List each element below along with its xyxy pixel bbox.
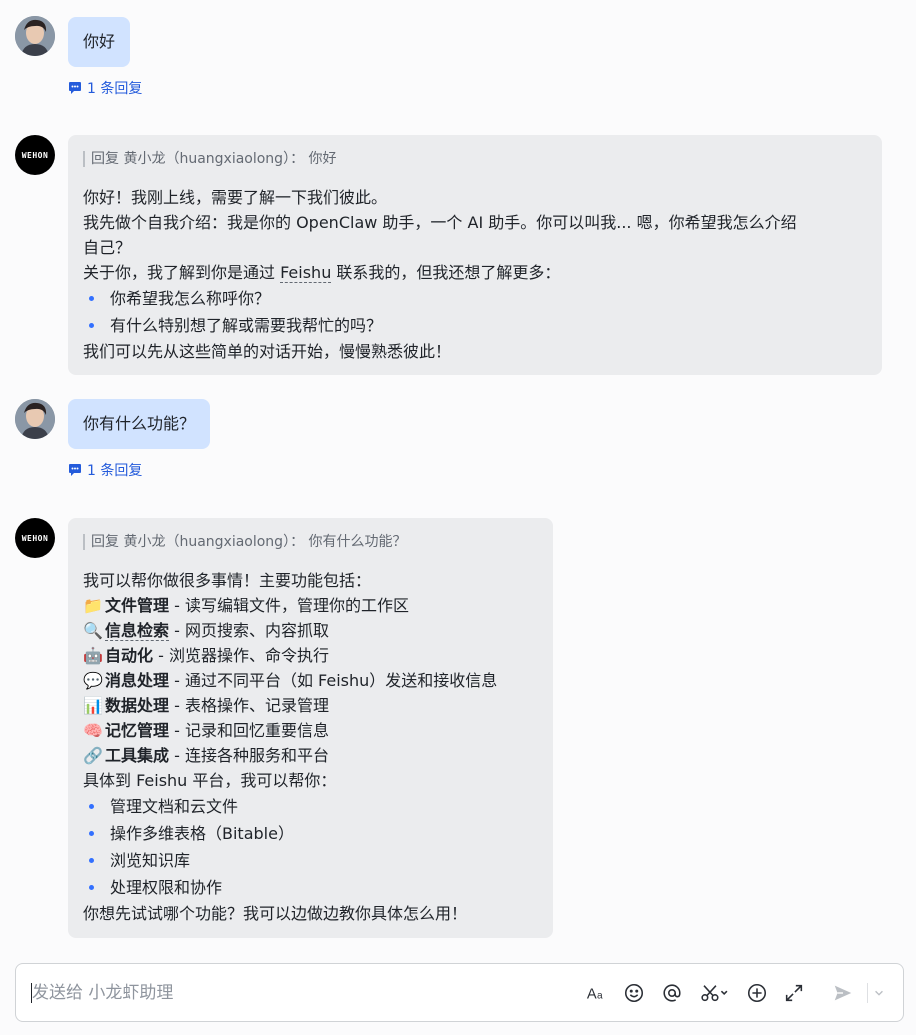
message-text: 你好 [83, 32, 116, 51]
message-line: 我先做个自我介绍：我是你的 OpenClaw 助手，一个 AI 助手。你可以叫我… [83, 213, 797, 232]
message-line: 我们可以先从这些简单的对话开始，慢慢熟悉彼此！ [83, 342, 452, 361]
thread-reply-link[interactable]: 1 条回复 [68, 78, 142, 98]
emoji-icon[interactable] [622, 981, 646, 1005]
bullet-item: 处理权限和协作 [83, 874, 538, 901]
bot-message-bubble[interactable]: 回复 黄小龙（huangxiaolong）： 你好 你好！我刚上线，需要了解一下… [68, 135, 882, 375]
quoted-reply: 回复 黄小龙（huangxiaolong）： 你好 [83, 151, 867, 167]
message-line: 具体到 Feishu 平台，我可以帮你： [83, 771, 337, 790]
feature-name: 消息处理 [105, 671, 170, 690]
feature-item: 📁 文件管理 - 读写编辑文件，管理你的工作区 [83, 593, 538, 618]
feature-item: 🔍 信息检索 - 网页搜索、内容抓取 [83, 618, 538, 643]
user-avatar[interactable] [15, 16, 55, 56]
user-avatar[interactable] [15, 399, 55, 439]
bullet-item: 你希望我怎么称呼你？ [83, 285, 867, 312]
bullet-dot [89, 296, 94, 301]
chevron-down-icon[interactable] [872, 981, 886, 1005]
user-message-bubble[interactable]: 你有什么功能？ [68, 399, 211, 449]
magnifier-icon: 🔍 [83, 621, 103, 640]
bar-chart-icon: 📊 [83, 696, 103, 715]
send-icon[interactable] [831, 981, 855, 1005]
bot-message-bubble[interactable]: 回复 黄小龙（huangxiaolong）： 你有什么功能？ 我可以帮你做很多事… [68, 518, 553, 938]
user-message-bubble[interactable]: 你好 [68, 17, 131, 67]
message-composer[interactable]: 发送给 小龙虾助理 Aa [15, 963, 904, 1022]
folder-icon: 📁 [83, 596, 103, 615]
feature-name: 工具集成 [105, 746, 170, 765]
feature-name: 记忆管理 [105, 721, 170, 740]
message-line: 自己？ [83, 238, 132, 257]
message-line: 关于你，我了解到你是通过 Feishu 联系我的，但我还想了解更多： [83, 260, 867, 285]
bullet-text: 有什么特别想了解或需要我帮忙的吗？ [110, 316, 383, 335]
feature-name: 文件管理 [105, 596, 170, 615]
feature-name[interactable]: 信息检索 [105, 621, 170, 641]
speech-bubble-icon: 💬 [83, 671, 103, 690]
quoted-reply: 回复 黄小龙（huangxiaolong）： 你有什么功能？ [83, 534, 538, 550]
composer-placeholder[interactable]: 发送给 小龙虾助理 [32, 982, 173, 1004]
comment-icon [69, 464, 81, 476]
feature-desc: - 网页搜索、内容抓取 [169, 621, 329, 640]
message-text: 你有什么功能？ [83, 414, 196, 433]
feature-desc: - 连接各种服务和平台 [169, 746, 329, 765]
add-icon[interactable] [745, 981, 769, 1005]
comment-icon [69, 82, 81, 94]
reply-count: 1 条回复 [87, 463, 143, 479]
feature-name: 数据处理 [105, 696, 170, 715]
bot-avatar[interactable]: WEHON [15, 135, 55, 175]
feature-desc: - 表格操作、记录管理 [169, 696, 329, 715]
feature-item: 🔗 工具集成 - 连接各种服务和平台 [83, 743, 538, 768]
text-segment: 联系我的，但我还想了解更多： [331, 263, 561, 282]
feature-desc: - 通过不同平台（如 Feishu）发送和接收信息 [169, 671, 498, 690]
expand-icon[interactable] [782, 981, 806, 1005]
text-segment: 关于你，我了解到你是通过 [83, 263, 281, 282]
bullet-dot [89, 858, 94, 863]
reply-count: 1 条回复 [87, 81, 143, 97]
feishu-link[interactable]: Feishu [280, 263, 332, 283]
bullet-text: 浏览知识库 [110, 851, 191, 870]
bullet-item: 操作多维表格（Bitable） [83, 820, 538, 847]
thread-reply-link[interactable]: 1 条回复 [68, 460, 142, 480]
svg-text:A: A [587, 987, 597, 1003]
feature-desc: - 记录和回忆重要信息 [169, 721, 329, 740]
bullet-item: 有什么特别想了解或需要我帮忙的吗？ [83, 312, 867, 339]
bullet-dot [89, 885, 94, 890]
bullet-item: 浏览知识库 [83, 847, 538, 874]
feature-item: 🧠 记忆管理 - 记录和回忆重要信息 [83, 718, 538, 743]
bullet-text: 管理文档和云文件 [110, 797, 239, 816]
bot-logo: WEHON [21, 533, 49, 543]
bullet-item: 管理文档和云文件 [83, 793, 538, 820]
mention-icon[interactable] [660, 981, 684, 1005]
feature-name: 自动化 [105, 646, 154, 665]
message-line: 我可以帮你做很多事情！主要功能包括： [83, 571, 372, 590]
feature-desc: - 浏览器操作、命令执行 [153, 646, 329, 665]
bullet-text: 处理权限和协作 [110, 878, 223, 897]
bullet-dot [89, 323, 94, 328]
scissors-icon[interactable] [698, 981, 732, 1005]
bullet-dot [89, 831, 94, 836]
text-format-icon[interactable]: Aa [585, 981, 609, 1005]
robot-icon: 🤖 [83, 646, 103, 665]
message-line: 你好！我刚上线，需要了解一下我们彼此。 [83, 188, 388, 207]
bullet-text: 操作多维表格（Bitable） [110, 824, 294, 843]
divider [867, 983, 868, 1003]
feature-item: 💬 消息处理 - 通过不同平台（如 Feishu）发送和接收信息 [83, 668, 538, 693]
svg-text:a: a [597, 991, 603, 1002]
link-icon: 🔗 [83, 746, 103, 765]
bullet-text: 你希望我怎么称呼你？ [110, 289, 271, 308]
bullet-dot [89, 804, 94, 809]
brain-icon: 🧠 [83, 721, 103, 740]
bot-logo: WEHON [21, 150, 49, 160]
feature-desc: - 读写编辑文件，管理你的工作区 [169, 596, 409, 615]
feature-item: 🤖 自动化 - 浏览器操作、命令执行 [83, 643, 538, 668]
feature-item: 📊 数据处理 - 表格操作、记录管理 [83, 693, 538, 718]
bot-avatar[interactable]: WEHON [15, 518, 55, 558]
message-line: 你想先试试哪个功能？我可以边做边教你具体怎么用！ [83, 904, 468, 923]
